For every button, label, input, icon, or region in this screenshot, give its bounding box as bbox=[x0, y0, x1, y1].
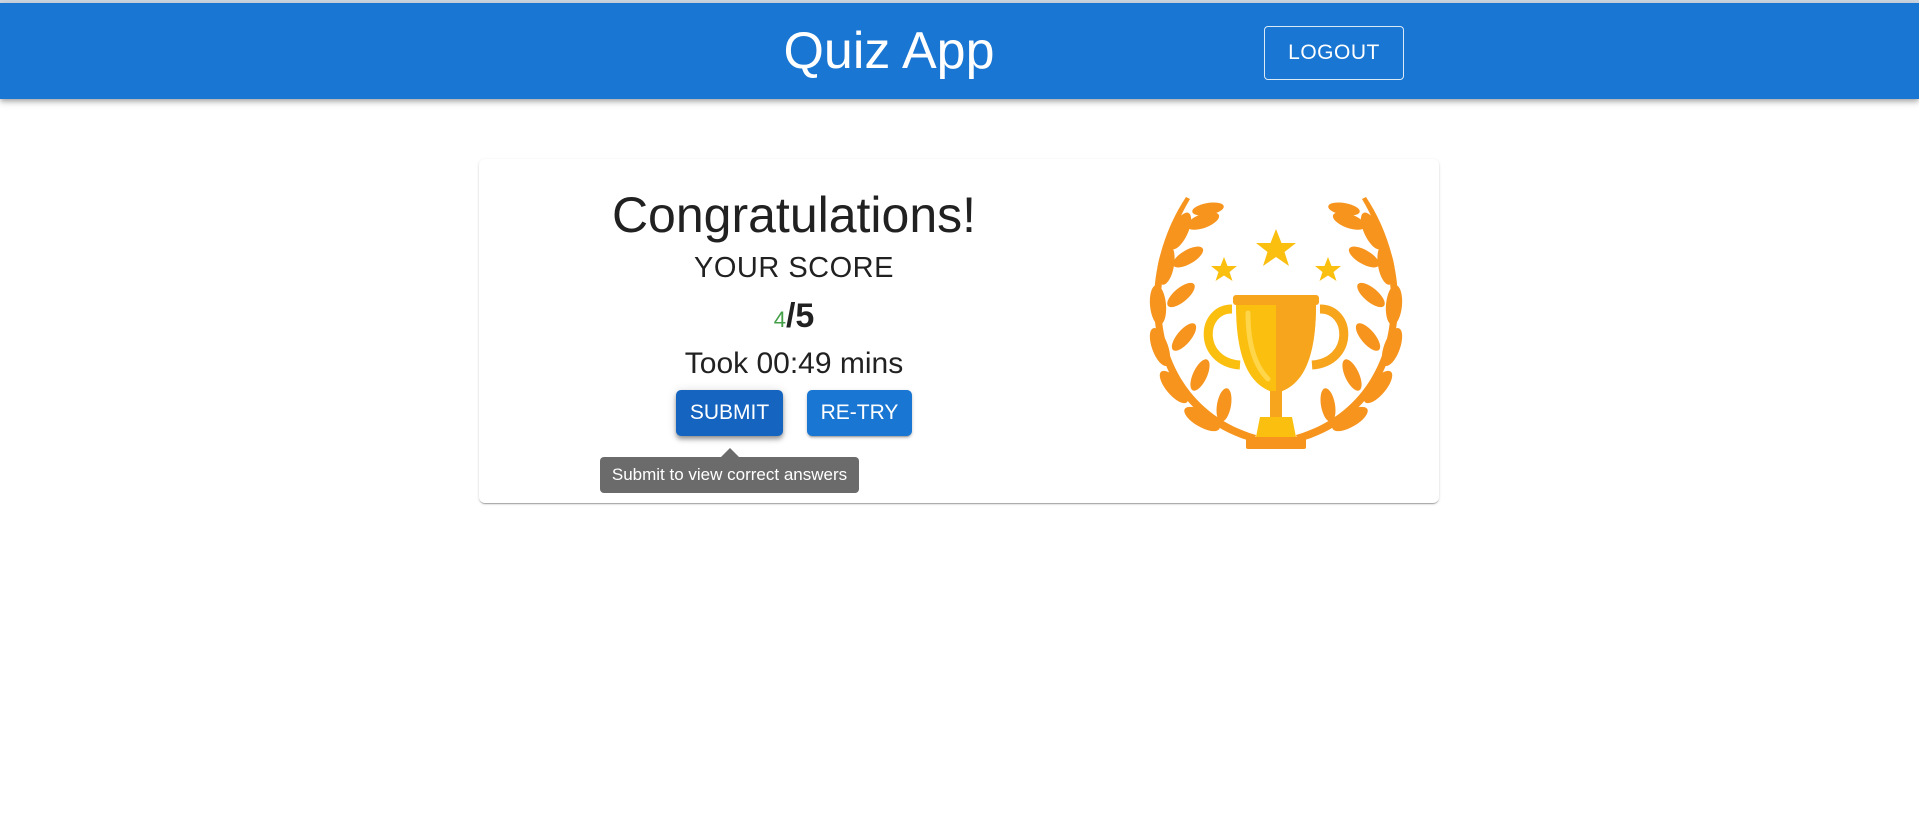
score-total: /5 bbox=[785, 297, 815, 335]
app-bar: Quiz App LOGOUT bbox=[0, 3, 1919, 99]
score-correct-count: 4 bbox=[773, 307, 786, 332]
trophy-laurel-icon bbox=[1149, 197, 1403, 449]
submit-tooltip: Submit to view correct answers bbox=[600, 457, 859, 493]
app-title: Quiz App bbox=[783, 22, 995, 80]
congratulations-heading: Congratulations! bbox=[611, 187, 977, 243]
time-taken: Took 00:49 mins bbox=[684, 347, 904, 380]
submit-button[interactable]: SUBMIT bbox=[676, 390, 783, 436]
tooltip-arrow bbox=[721, 448, 739, 457]
logout-button[interactable]: LOGOUT bbox=[1264, 26, 1404, 80]
retry-button[interactable]: RE-TRY bbox=[807, 390, 912, 436]
stars bbox=[1211, 229, 1341, 281]
score-label: YOUR SCORE bbox=[694, 252, 894, 284]
score-value: 4/5 bbox=[479, 296, 1109, 343]
result-card: Congratulations! YOUR SCORE 4/5 Took 00:… bbox=[479, 159, 1439, 503]
